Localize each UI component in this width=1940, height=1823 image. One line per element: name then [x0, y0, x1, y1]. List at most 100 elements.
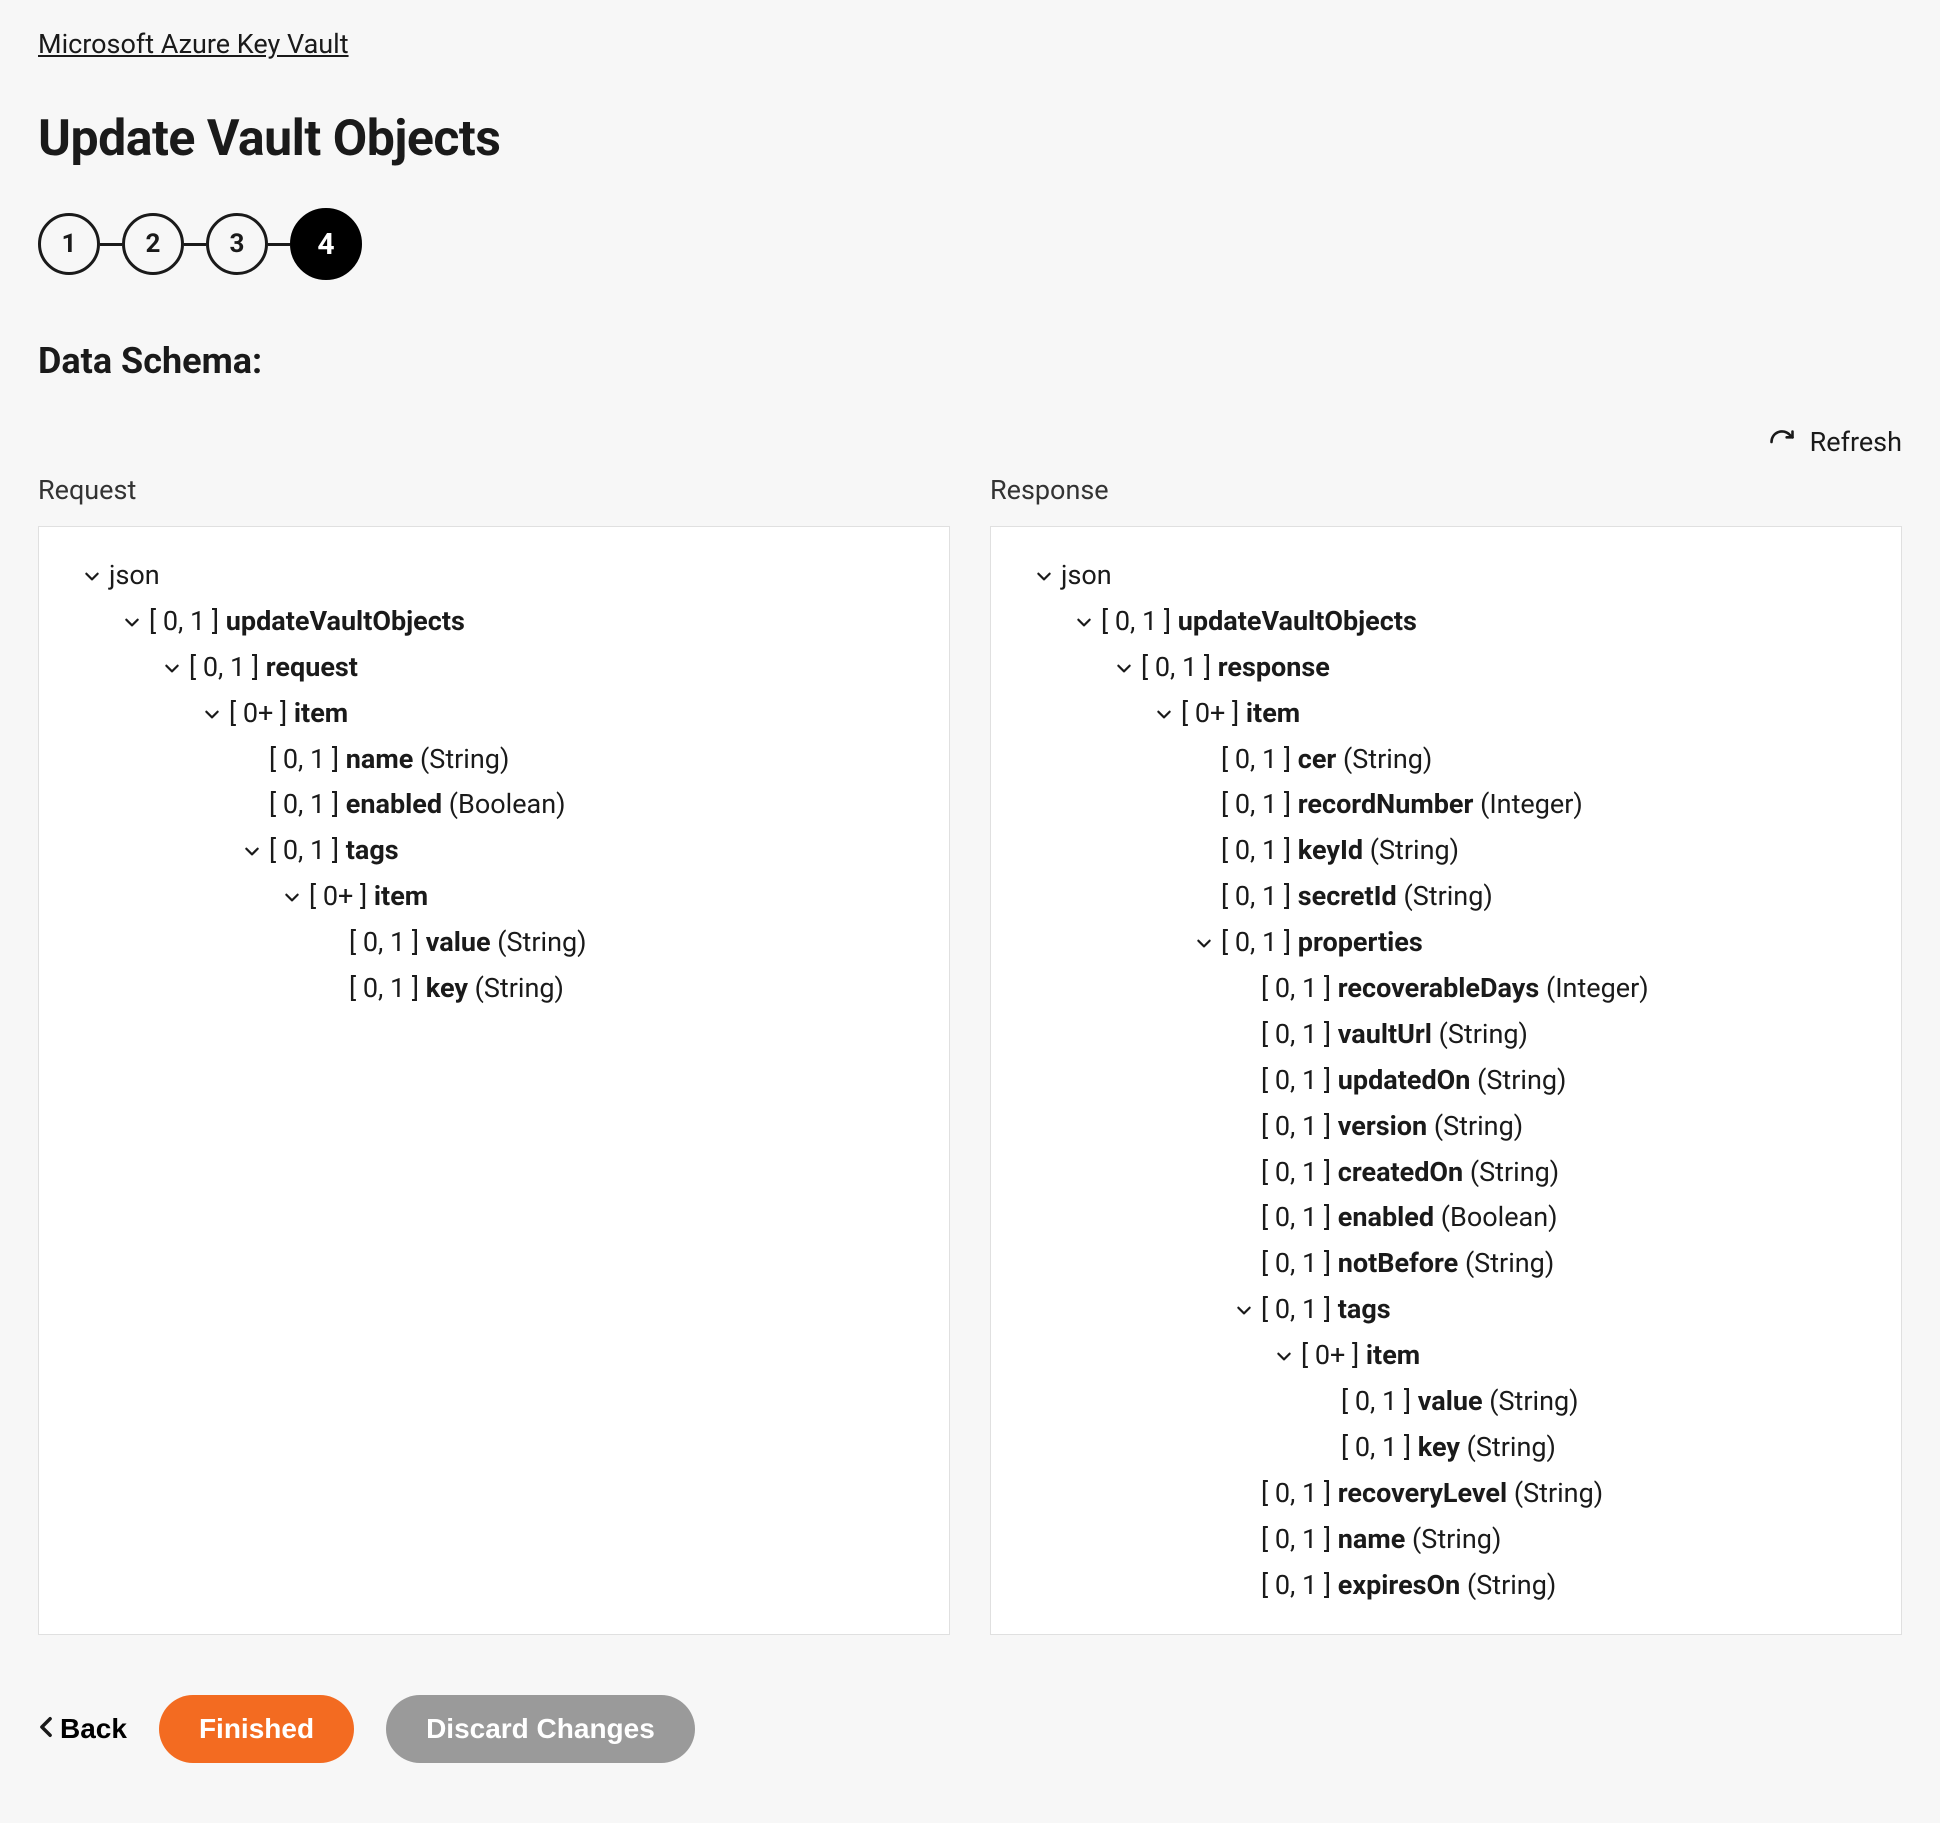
- refresh-label: Refresh: [1810, 426, 1902, 458]
- tree-node-label: [ 0, 1 ] enabled (Boolean): [1261, 1195, 1558, 1241]
- tree-node-label: [ 0, 1 ] updatedOn (String): [1261, 1058, 1566, 1104]
- chevron-down-icon[interactable]: [1235, 1301, 1253, 1319]
- tree-node-label: [ 0, 1 ] notBefore (String): [1261, 1241, 1554, 1287]
- tree-row: [ 0, 1 ] notBefore (String): [1015, 1241, 1877, 1287]
- refresh-icon: [1768, 428, 1796, 456]
- tree-row: [ 0, 1 ] recoveryLevel (String): [1015, 1471, 1877, 1517]
- tree-row[interactable]: [ 0+ ] item: [63, 691, 925, 737]
- tree-row[interactable]: [ 0, 1 ] response: [1015, 645, 1877, 691]
- chevron-down-icon[interactable]: [203, 705, 221, 723]
- request-schema-box: json[ 0, 1 ] updateVaultObjects[ 0, 1 ] …: [38, 526, 950, 1635]
- refresh-button[interactable]: Refresh: [38, 426, 1902, 458]
- page-title: Update Vault Objects: [38, 110, 1902, 168]
- tree-node-label: [ 0, 1 ] recoveryLevel (String): [1261, 1471, 1603, 1517]
- tree-row: [ 0, 1 ] recoverableDays (Integer): [1015, 966, 1877, 1012]
- tree-row: [ 0, 1 ] value (String): [1015, 1379, 1877, 1425]
- back-button[interactable]: Back: [38, 1713, 127, 1745]
- tree-row: [ 0, 1 ] name (String): [63, 737, 925, 783]
- tree-row[interactable]: json: [63, 553, 925, 599]
- tree-row: [ 0, 1 ] key (String): [1015, 1425, 1877, 1471]
- tree-node-label: [ 0, 1 ] name (String): [269, 737, 509, 783]
- tree-node-label: [ 0, 1 ] value (String): [1341, 1379, 1579, 1425]
- tree-node-label: [ 0, 1 ] createdOn (String): [1261, 1150, 1559, 1196]
- tree-node-label: [ 0, 1 ] updateVaultObjects: [149, 599, 465, 645]
- tree-row[interactable]: [ 0+ ] item: [1015, 691, 1877, 737]
- tree-node-label: [ 0, 1 ] response: [1141, 645, 1330, 691]
- tree-node-label: [ 0, 1 ] enabled (Boolean): [269, 782, 566, 828]
- step-connector: [184, 243, 206, 246]
- tree-node-label: json: [109, 553, 160, 599]
- back-button-label: Back: [60, 1713, 127, 1745]
- tree-node-label: [ 0, 1 ] vaultUrl (String): [1261, 1012, 1528, 1058]
- tree-row[interactable]: [ 0, 1 ] updateVaultObjects: [63, 599, 925, 645]
- chevron-down-icon[interactable]: [243, 842, 261, 860]
- discard-changes-button[interactable]: Discard Changes: [386, 1695, 695, 1763]
- tree-node-label: [ 0, 1 ] expiresOn (String): [1261, 1563, 1556, 1609]
- tree-row: [ 0, 1 ] keyId (String): [1015, 828, 1877, 874]
- tree-node-label: [ 0, 1 ] cer (String): [1221, 737, 1432, 783]
- chevron-down-icon[interactable]: [1075, 613, 1093, 631]
- tree-row[interactable]: [ 0, 1 ] properties: [1015, 920, 1877, 966]
- tree-node-label: [ 0, 1 ] key (String): [349, 966, 564, 1012]
- tree-row[interactable]: json: [1015, 553, 1877, 599]
- tree-node-label: [ 0, 1 ] secretId (String): [1221, 874, 1493, 920]
- breadcrumb-link[interactable]: Microsoft Azure Key Vault: [38, 28, 349, 60]
- tree-node-label: [ 0+ ] item: [309, 874, 428, 920]
- finished-button[interactable]: Finished: [159, 1695, 354, 1763]
- tree-node-label: [ 0, 1 ] version (String): [1261, 1104, 1523, 1150]
- tree-node-label: [ 0, 1 ] recordNumber (Integer): [1221, 782, 1583, 828]
- tree-row: [ 0, 1 ] key (String): [63, 966, 925, 1012]
- tree-row: [ 0, 1 ] enabled (Boolean): [63, 782, 925, 828]
- tree-node-label: [ 0, 1 ] tags: [269, 828, 399, 874]
- chevron-down-icon[interactable]: [283, 888, 301, 906]
- tree-row[interactable]: [ 0, 1 ] updateVaultObjects: [1015, 599, 1877, 645]
- tree-node-label: [ 0+ ] item: [229, 691, 348, 737]
- tree-row: [ 0, 1 ] enabled (Boolean): [1015, 1195, 1877, 1241]
- tree-row: [ 0, 1 ] updatedOn (String): [1015, 1058, 1877, 1104]
- tree-row[interactable]: [ 0, 1 ] tags: [1015, 1287, 1877, 1333]
- tree-row: [ 0, 1 ] secretId (String): [1015, 874, 1877, 920]
- tree-row: [ 0, 1 ] version (String): [1015, 1104, 1877, 1150]
- stepper: 1234: [38, 208, 1902, 280]
- chevron-down-icon[interactable]: [1035, 567, 1053, 585]
- tree-node-label: [ 0, 1 ] properties: [1221, 920, 1423, 966]
- tree-row: [ 0, 1 ] name (String): [1015, 1517, 1877, 1563]
- tree-row[interactable]: [ 0, 1 ] request: [63, 645, 925, 691]
- tree-row: [ 0, 1 ] vaultUrl (String): [1015, 1012, 1877, 1058]
- chevron-down-icon[interactable]: [1115, 659, 1133, 677]
- tree-row: [ 0, 1 ] value (String): [63, 920, 925, 966]
- chevron-down-icon[interactable]: [123, 613, 141, 631]
- tree-node-label: [ 0, 1 ] recoverableDays (Integer): [1261, 966, 1649, 1012]
- chevron-left-icon: [38, 1713, 54, 1745]
- tree-node-label: [ 0+ ] item: [1301, 1333, 1420, 1379]
- step-1[interactable]: 1: [38, 213, 100, 275]
- tree-node-label: [ 0, 1 ] updateVaultObjects: [1101, 599, 1417, 645]
- step-4[interactable]: 4: [290, 208, 362, 280]
- step-2[interactable]: 2: [122, 213, 184, 275]
- tree-node-label: [ 0, 1 ] request: [189, 645, 358, 691]
- tree-row: [ 0, 1 ] createdOn (String): [1015, 1150, 1877, 1196]
- step-connector: [100, 243, 122, 246]
- tree-node-label: [ 0, 1 ] name (String): [1261, 1517, 1501, 1563]
- chevron-down-icon[interactable]: [163, 659, 181, 677]
- tree-node-label: [ 0+ ] item: [1181, 691, 1300, 737]
- tree-row: [ 0, 1 ] cer (String): [1015, 737, 1877, 783]
- tree-row: [ 0, 1 ] recordNumber (Integer): [1015, 782, 1877, 828]
- chevron-down-icon[interactable]: [1275, 1347, 1293, 1365]
- step-connector: [268, 243, 290, 246]
- response-schema-box: json[ 0, 1 ] updateVaultObjects[ 0, 1 ] …: [990, 526, 1902, 1635]
- tree-node-label: [ 0, 1 ] tags: [1261, 1287, 1391, 1333]
- chevron-down-icon[interactable]: [1195, 934, 1213, 952]
- tree-row[interactable]: [ 0+ ] item: [1015, 1333, 1877, 1379]
- tree-row[interactable]: [ 0+ ] item: [63, 874, 925, 920]
- chevron-down-icon[interactable]: [83, 567, 101, 585]
- chevron-down-icon[interactable]: [1155, 705, 1173, 723]
- step-3[interactable]: 3: [206, 213, 268, 275]
- section-heading: Data Schema:: [38, 340, 1902, 382]
- response-header: Response: [990, 474, 1902, 506]
- tree-node-label: json: [1061, 553, 1112, 599]
- tree-node-label: [ 0, 1 ] keyId (String): [1221, 828, 1459, 874]
- request-header: Request: [38, 474, 950, 506]
- tree-row: [ 0, 1 ] expiresOn (String): [1015, 1563, 1877, 1609]
- tree-row[interactable]: [ 0, 1 ] tags: [63, 828, 925, 874]
